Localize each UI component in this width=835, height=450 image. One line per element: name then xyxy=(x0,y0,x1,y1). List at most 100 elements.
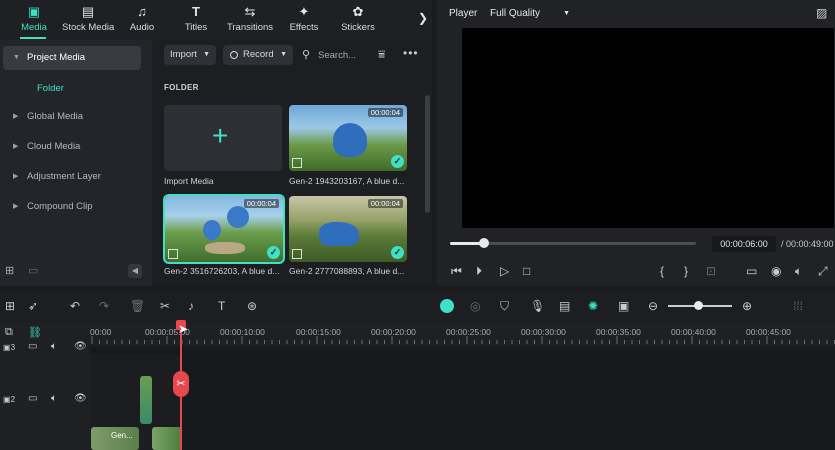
blue-dog-figure xyxy=(227,206,249,228)
media-clip-thumbnail[interactable]: 00:00:04 ✓ xyxy=(163,194,285,264)
ruler-tick-label: 00:00:15:00 xyxy=(296,327,341,337)
crop-icon[interactable]: ⊡ xyxy=(706,264,716,278)
tab-stickers[interactable]: ✿ Stickers xyxy=(332,4,384,38)
sidebar-item-adjustment-layer[interactable]: ▶ Adjustment Layer xyxy=(3,165,141,189)
media-clip-thumbnail[interactable]: 00:00:04 ✓ xyxy=(289,105,407,171)
audio-stretch-icon[interactable]: ♪ xyxy=(188,299,194,313)
select-tool-icon[interactable]: ➶ xyxy=(28,299,38,313)
import-dropdown[interactable]: Import ▼ xyxy=(164,45,216,65)
ruler-tick-label: 00:00:10:00 xyxy=(220,327,265,337)
audio-mute-icon[interactable]: 🔈︎ xyxy=(51,393,57,404)
audio-mute-icon[interactable]: 🔈︎ xyxy=(51,341,57,352)
audio-icon: ♫ xyxy=(137,4,147,19)
visibility-icon[interactable]: 👁︎ xyxy=(74,341,87,352)
text-icon[interactable]: T xyxy=(218,299,225,313)
media-clip-caption: Gen-2 3516726203, A blue d... xyxy=(164,266,280,276)
chevron-down-icon: ▼ xyxy=(563,10,570,17)
check-icon: ✓ xyxy=(267,246,280,259)
mark-in-icon[interactable]: { xyxy=(660,264,664,278)
import-media-card[interactable]: + xyxy=(164,105,282,171)
filter-icon[interactable]: ⩸ xyxy=(378,47,385,62)
marker-icon[interactable]: ⛉ xyxy=(500,299,509,314)
ruler-tick-label: 00:00 xyxy=(90,327,112,337)
timeline-clip[interactable] xyxy=(152,427,182,450)
more-options-icon[interactable]: ••• xyxy=(403,46,419,60)
path-shape xyxy=(205,242,245,254)
tab-effects[interactable]: ✦ Effects xyxy=(278,4,330,38)
split-at-playhead-button[interactable]: ✂ xyxy=(173,371,189,397)
microphone-icon[interactable]: 🎙︎ xyxy=(530,299,545,313)
timeline-clip[interactable]: Gen... xyxy=(91,427,139,450)
folder-icon[interactable]: ▭ xyxy=(28,264,38,277)
chevron-right-icon: ▶ xyxy=(13,113,19,120)
tab-audio[interactable]: ♫ Audio xyxy=(116,4,168,38)
snapshot-icon[interactable]: ▨ xyxy=(816,6,827,20)
zoom-slider-knob[interactable] xyxy=(694,301,703,310)
zoom-out-icon[interactable]: ⊖ xyxy=(648,299,658,313)
delete-icon[interactable]: 🗑︎ xyxy=(130,299,145,313)
fullscreen-icon[interactable]: ⤢ xyxy=(818,264,828,279)
new-folder-icon[interactable]: ⊞ xyxy=(5,264,14,277)
previous-frame-icon[interactable]: ⏮ xyxy=(451,264,462,279)
search-icon: ⚲ xyxy=(302,49,311,61)
timeline-clip[interactable] xyxy=(140,376,152,424)
clip-type-icon xyxy=(168,249,178,259)
layout-icon[interactable]: ⊞ xyxy=(5,299,15,313)
tab-titles[interactable]: T Titles xyxy=(170,4,222,38)
split-icon[interactable]: ✂ xyxy=(160,299,170,313)
folder-track-icon[interactable]: ▭ xyxy=(28,393,37,404)
speed-icon[interactable]: ⊛ xyxy=(247,299,257,313)
play-icon[interactable]: ▷ xyxy=(500,264,509,278)
tab-transitions[interactable]: ⇆ Transitions xyxy=(224,4,276,38)
current-time[interactable]: 00:00:06:00 xyxy=(712,236,776,252)
tab-stock-media[interactable]: ▤ Stock Media xyxy=(62,4,114,38)
link-icon[interactable]: ⛓ xyxy=(28,326,42,339)
sidebar-item-compound-clip[interactable]: ▶ Compound Clip xyxy=(3,195,141,219)
sidebar-item-folder[interactable]: Folder xyxy=(37,83,64,94)
media-clip-caption: Gen-2 2777088893, A blue d... xyxy=(289,266,405,276)
player-label: Player xyxy=(449,8,478,19)
ruler-tick-label: 00:00:20:00 xyxy=(371,327,416,337)
camera-icon[interactable]: ◉ xyxy=(771,264,781,278)
play-reverse-icon[interactable]: ⏵ xyxy=(476,264,482,279)
redo-icon[interactable]: ↷ xyxy=(99,299,109,313)
tab-media[interactable]: ▣ Media xyxy=(8,4,60,38)
auto-enhance-icon[interactable]: ▤ xyxy=(559,299,570,313)
folder-track-icon[interactable]: ▭ xyxy=(28,341,37,352)
blue-dog-figure xyxy=(319,222,359,246)
check-icon: ✓ xyxy=(391,246,404,259)
video-track-icon: ▣ xyxy=(3,343,11,352)
media-scrollbar[interactable] xyxy=(425,95,430,213)
record-dropdown[interactable]: Record ▼ xyxy=(223,45,293,65)
video-track-icon: ▣ xyxy=(3,395,11,404)
undo-icon[interactable]: ↶ xyxy=(70,299,80,313)
check-icon: ✓ xyxy=(391,155,404,168)
media-icon: ▣ xyxy=(27,4,41,19)
search-input[interactable]: Search... xyxy=(318,50,356,61)
mark-out-icon[interactable]: } xyxy=(684,264,688,278)
render-preview-icon[interactable] xyxy=(440,299,454,313)
zoom-in-icon[interactable]: ⊕ xyxy=(742,299,752,313)
sidebar-item-cloud-media[interactable]: ▶ Cloud Media xyxy=(3,135,141,159)
record-icon xyxy=(230,51,238,59)
visibility-icon[interactable]: 👁︎ xyxy=(74,393,87,404)
stop-icon[interactable]: □ xyxy=(523,264,530,278)
sidebar-item-global-media[interactable]: ▶ Global Media xyxy=(3,105,141,129)
collapse-sidebar-icon[interactable]: ◀ xyxy=(128,264,142,278)
clip-type-icon xyxy=(292,158,302,168)
sidebar-item-project-media[interactable]: ▼ Project Media xyxy=(3,46,141,70)
media-clip-thumbnail[interactable]: 00:00:04 ✓ xyxy=(289,196,407,262)
snap-icon[interactable]: ◎ xyxy=(470,299,480,313)
zoom-slider[interactable] xyxy=(668,301,732,310)
blue-dog-figure xyxy=(203,220,221,240)
volume-icon[interactable]: 🔈︎ xyxy=(795,264,802,279)
chevron-right-icon[interactable]: ❯ xyxy=(418,11,428,25)
playback-progress-track[interactable] xyxy=(450,238,696,248)
grid-menu-icon[interactable]: ⁞⁞⁞ xyxy=(793,299,803,313)
ai-tool-icon[interactable]: ✺ xyxy=(588,299,598,313)
track-3-header: ▣3 xyxy=(3,343,16,352)
quality-dropdown[interactable]: Full Quality ▼ xyxy=(484,4,576,24)
display-icon[interactable]: ▭ xyxy=(746,264,757,278)
clip-settings-icon[interactable]: ▣ xyxy=(618,299,629,313)
add-track-icon[interactable]: ⧉ xyxy=(5,326,13,339)
